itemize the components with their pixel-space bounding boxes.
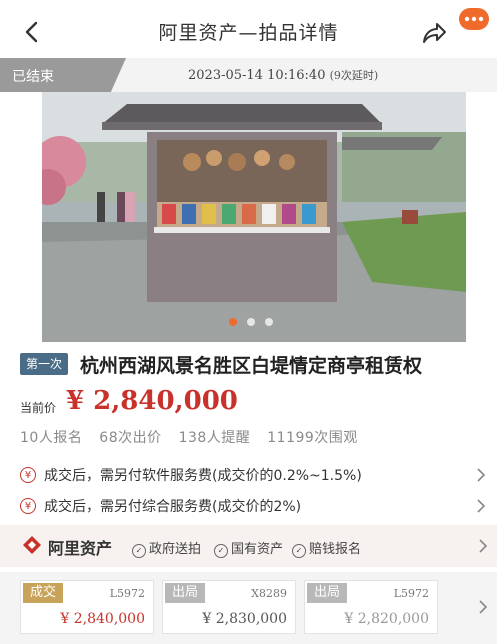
bid-record-card: 出局 X8289 ¥ 2,830,000	[162, 580, 296, 634]
chevron-right-icon[interactable]	[478, 600, 488, 614]
check-circle-icon: ✓	[132, 544, 146, 558]
pagination-dot[interactable]	[247, 318, 255, 326]
bid-record-card: 成交 L5972 ¥ 2,840,000	[20, 580, 154, 634]
price-label: 当前价	[20, 401, 57, 415]
chevron-right-icon	[477, 499, 486, 513]
bid-records[interactable]: 成交 L5972 ¥ 2,840,000 出局 X8289 ¥ 2,830,00…	[0, 572, 497, 644]
stat-reminders: 138人提醒	[178, 430, 251, 446]
yuan-icon: ¥	[20, 498, 36, 514]
end-time: 2023-05-14 10:16:40 (9次延时)	[188, 67, 378, 83]
bid-status-tag: 出局	[307, 583, 348, 603]
top-nav-bar: 阿里资产—拍品详情	[0, 0, 497, 64]
more-menu-button[interactable]	[456, 8, 492, 48]
check-circle-icon: ✓	[214, 544, 228, 558]
kiosk-photo-image	[42, 92, 466, 342]
badge-label: 政府送拍	[149, 542, 202, 557]
yuan-icon: ¥	[20, 467, 36, 483]
bid-status-tag: 成交	[23, 583, 64, 603]
item-title-row: 第一次 杭州西湖风景名胜区白堤情定商亭租赁权	[20, 351, 490, 381]
bid-record-card: 出局 L5972 ¥ 2,820,000	[304, 580, 438, 634]
bid-price: ¥ 2,820,000	[344, 611, 429, 627]
stat-bids: 68次出价	[99, 430, 162, 446]
more-icon	[464, 16, 484, 22]
badge-label: 赔钱报名	[309, 542, 362, 557]
badge-government: ✓ 政府送拍	[132, 538, 201, 558]
ali-assets-logo-icon	[23, 536, 41, 554]
status-label: 已结束	[12, 69, 54, 85]
fee-text: 成交后，需另付软件服务费(成交价的0.2%~1.5%)	[44, 468, 362, 484]
brand-band[interactable]: 阿里资产 ✓ 政府送拍 ✓ 国有资产 ✓ 赔钱报名	[0, 525, 497, 567]
pagination-dot-active[interactable]	[229, 318, 237, 326]
brand-name: 阿里资产	[48, 539, 113, 558]
fee-text: 成交后，需另付综合服务费(成交价的2%)	[44, 499, 302, 515]
item-photo[interactable]	[42, 92, 466, 342]
pagination-dot[interactable]	[265, 318, 273, 326]
price-value: ¥ 2,840,000	[66, 386, 238, 416]
badge-state-owned: ✓ 国有资产	[214, 538, 283, 558]
end-time-value: 2023-05-14 10:16:40	[188, 68, 326, 83]
gallery-pagination	[229, 318, 279, 328]
service-fee-row[interactable]: ¥ 成交后，需另付综合服务费(成交价的2%)	[20, 496, 490, 520]
current-price-row: 当前价 ¥ 2,840,000	[20, 386, 420, 422]
stat-views: 11199次围观	[267, 430, 358, 446]
software-fee-row[interactable]: ¥ 成交后，需另付软件服务费(成交价的0.2%~1.5%)	[20, 465, 490, 489]
badge-compensation: ✓ 赔钱报名	[292, 538, 361, 558]
chevron-right-icon	[479, 539, 488, 553]
auction-status-bar: 已结束 2023-05-14 10:16:40 (9次延时)	[0, 58, 497, 92]
bidder-code: L5972	[109, 587, 145, 600]
auction-stats: 10人报名 68次出价 138人提醒 11199次围观	[20, 427, 370, 447]
chevron-right-icon	[477, 468, 486, 482]
bidder-code: L5972	[393, 587, 429, 600]
stat-registrations: 10人报名	[20, 430, 83, 446]
bidder-code: X8289	[251, 587, 287, 600]
bid-price: ¥ 2,830,000	[202, 611, 287, 627]
item-title: 杭州西湖风景名胜区白堤情定商亭租赁权	[80, 355, 423, 377]
badge-label: 国有资产	[231, 542, 284, 557]
bid-status-tag: 出局	[165, 583, 206, 603]
extension-count: (9次延时)	[329, 69, 379, 82]
bid-price: ¥ 2,840,000	[60, 611, 145, 627]
auction-round-badge: 第一次	[20, 353, 69, 375]
status-badge: 已结束	[0, 58, 126, 92]
share-icon[interactable]	[420, 20, 448, 46]
check-circle-icon: ✓	[292, 544, 306, 558]
